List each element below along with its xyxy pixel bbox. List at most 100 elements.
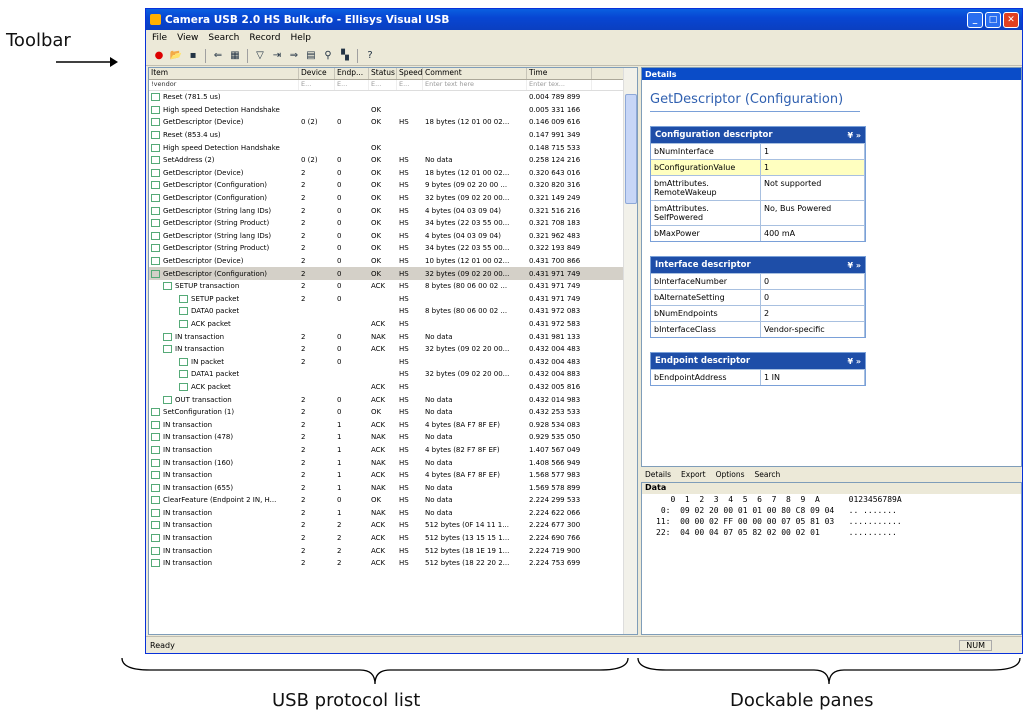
field-name: bConfigurationValue (651, 160, 761, 175)
scroll-thumb[interactable] (625, 94, 637, 204)
table-row[interactable]: High speed Detection Handshake OK 0.005 33… (149, 104, 637, 117)
table-row[interactable]: IN transaction 2 1 ACK HS 4 bytes (8A F7 8F E… (149, 418, 637, 431)
section-header[interactable]: Configuration descriptor ¥ » (651, 127, 865, 143)
field-row[interactable]: bNumInterface 1 (651, 143, 865, 159)
table-row[interactable]: GetDescriptor (Device) 2 0 OK HS 18 bytes (12… (149, 167, 637, 180)
maximize-button[interactable]: □ (985, 11, 1001, 28)
field-row[interactable]: bMaxPower 400 mA (651, 225, 865, 241)
field-row[interactable]: bNumEndpoints 2 (651, 305, 865, 321)
table-row[interactable]: SETUP transaction 2 0 ACK HS 8 bytes (80 06 0… (149, 280, 637, 293)
table-row[interactable]: GetDescriptor (Configuration) 2 0 OK HS 32 by… (149, 192, 637, 205)
column-header[interactable]: Speed (397, 68, 423, 79)
table-row[interactable]: IN transaction 2 1 ACK HS 4 bytes (82 F7 8F E… (149, 444, 637, 457)
table-row[interactable]: SetAddress (2) 0 (2) 0 OK HS No data 0.258 124… (149, 154, 637, 167)
field-row[interactable]: bInterfaceNumber 0 (651, 273, 865, 289)
table-row[interactable]: GetDescriptor (Configuration) 2 0 OK HS 32 by… (149, 267, 637, 280)
table-row[interactable]: GetDescriptor (String lang IDs) 2 0 OK HS 4 b… (149, 230, 637, 243)
table-row[interactable]: IN transaction (655) 2 1 NAK HS No data 1.569 … (149, 481, 637, 494)
back-icon[interactable]: ⇐ (211, 49, 225, 63)
field-row[interactable]: bAlternateSetting 0 (651, 289, 865, 305)
filter-icon[interactable]: ▽ (253, 49, 267, 63)
table-row[interactable]: IN transaction 2 2 ACK HS 512 bytes (13 15 15… (149, 532, 637, 545)
filter-cell[interactable]: E... (369, 80, 397, 90)
field-row[interactable]: bConfigurationValue 1 (651, 159, 865, 175)
table-row[interactable]: High speed Detection Handshake OK 0.148 71… (149, 141, 637, 154)
item-label: GetDescriptor (Configuration) (163, 269, 267, 278)
save-icon[interactable]: ▪ (186, 49, 200, 63)
tab-export[interactable]: Export (681, 470, 706, 479)
table-row[interactable]: ACK packet ACK HS 0.432 005 816 (149, 381, 637, 394)
column-header[interactable]: Comment (423, 68, 527, 79)
help-icon[interactable]: ? (363, 49, 377, 63)
table-row[interactable]: OUT transaction 2 0 ACK HS No data 0.432 014 9… (149, 393, 637, 406)
menu-file[interactable]: File (152, 33, 167, 43)
table-row[interactable]: Reset (853.4 us) 0.147 991 349 (149, 129, 637, 142)
table-row[interactable]: GetDescriptor (Configuration) 2 0 OK HS 9 byt… (149, 179, 637, 192)
next-icon[interactable]: ⇒ (287, 49, 301, 63)
table-row[interactable]: ClearFeature (Endpoint 2 IN, H... 2 0 OK HS N… (149, 494, 637, 507)
column-header[interactable]: Item (149, 68, 299, 79)
goto-icon[interactable]: ⇥ (270, 49, 284, 63)
minimize-button[interactable]: _ (967, 11, 983, 28)
table-cell: No data (425, 332, 453, 341)
table-row[interactable]: GetDescriptor (String Product) 2 0 OK HS 34 b… (149, 242, 637, 255)
expand-icon[interactable]: ▤ (304, 49, 318, 63)
transaction-icon (163, 345, 172, 354)
table-row[interactable]: ACK packet ACK HS 0.431 972 583 (149, 318, 637, 331)
table-row[interactable]: IN transaction (478) 2 1 NAK HS No data 0.929 … (149, 431, 637, 444)
field-row[interactable]: bInterfaceClass Vendor-specific (651, 321, 865, 337)
record-icon[interactable]: ● (152, 49, 166, 63)
section-header[interactable]: Interface descriptor ¥ » (651, 257, 865, 273)
collapse-icon[interactable]: ¥ » (847, 261, 865, 270)
menu-help[interactable]: Help (290, 33, 311, 43)
filter-cell[interactable]: Enter text here (423, 80, 527, 90)
color-icon[interactable]: ▚ (338, 49, 352, 63)
menu-record[interactable]: Record (249, 33, 280, 43)
filter-cell[interactable]: Enter tex... (527, 80, 592, 90)
column-header[interactable]: Device (299, 68, 335, 79)
column-header[interactable]: Status (369, 68, 397, 79)
table-row[interactable]: IN transaction 2 1 ACK HS 4 bytes (8A F7 8F E… (149, 469, 637, 482)
table-row[interactable]: IN transaction 2 2 ACK HS 512 bytes (18 1E 19… (149, 544, 637, 557)
column-header[interactable]: Time (527, 68, 592, 79)
table-row[interactable]: SETUP packet 2 0 HS 0.431 971 749 (149, 293, 637, 306)
table-row[interactable]: SetConfiguration (1) 2 0 OK HS No data 0.432 2… (149, 406, 637, 419)
view-icon[interactable]: ▦ (228, 49, 242, 63)
tab-options[interactable]: Options (716, 470, 745, 479)
table-row[interactable]: IN transaction 2 0 NAK HS No data 0.431 981 13… (149, 330, 637, 343)
close-button[interactable]: ✕ (1003, 11, 1019, 28)
menu-view[interactable]: View (177, 33, 198, 43)
table-row[interactable]: IN transaction 2 1 NAK HS No data 2.224 622 06… (149, 507, 637, 520)
collapse-icon[interactable]: ¥ » (847, 357, 865, 366)
filter-cell[interactable]: !vendor (149, 80, 299, 90)
open-icon[interactable]: 📂 (169, 49, 183, 63)
table-row[interactable]: GetDescriptor (Device) 2 0 OK HS 10 bytes (12… (149, 255, 637, 268)
section-header[interactable]: Endpoint descriptor ¥ » (651, 353, 865, 369)
filter-cell[interactable]: E... (335, 80, 369, 90)
table-row[interactable]: GetDescriptor (String lang IDs) 2 0 OK HS 4 b… (149, 204, 637, 217)
tab-search[interactable]: Search (755, 470, 781, 479)
table-row[interactable]: DATA1 packet HS 32 bytes (09 02 20 00... 0.… (149, 368, 637, 381)
collapse-icon[interactable]: ¥ » (847, 131, 865, 140)
table-row[interactable]: IN packet 2 0 HS 0.432 004 483 (149, 355, 637, 368)
field-row[interactable]: bEndpointAddress 1 IN (651, 369, 865, 385)
table-row[interactable]: GetDescriptor (Device) 0 (2) 0 OK HS 18 bytes… (149, 116, 637, 129)
table-cell: NAK (371, 508, 386, 517)
field-row[interactable]: bmAttributes. SelfPowered No, Bus Powered (651, 200, 865, 225)
field-value: 2 (761, 306, 865, 321)
column-header[interactable]: Endp... (335, 68, 369, 79)
table-row[interactable]: IN transaction 2 2 ACK HS 512 bytes (0F 14 11… (149, 519, 637, 532)
table-row[interactable]: DATA0 packet HS 8 bytes (80 06 00 02 ... 0.… (149, 305, 637, 318)
table-row[interactable]: IN transaction (160) 2 1 NAK HS No data 1.408 … (149, 456, 637, 469)
table-row[interactable]: GetDescriptor (String Product) 2 0 OK HS 34 b… (149, 217, 637, 230)
table-row[interactable]: IN transaction 2 2 ACK HS 512 bytes (18 22 20… (149, 557, 637, 570)
tab-details[interactable]: Details (645, 470, 671, 479)
table-row[interactable]: Reset (781.5 us) 0.004 789 899 (149, 91, 637, 104)
list-scrollbar[interactable] (623, 68, 637, 634)
filter-cell[interactable]: E... (397, 80, 423, 90)
field-row[interactable]: bmAttributes. RemoteWakeup Not supported (651, 175, 865, 200)
table-row[interactable]: IN transaction 2 0 ACK HS 32 bytes (09 02 20 … (149, 343, 637, 356)
filter-cell[interactable]: E... (299, 80, 335, 90)
menu-search[interactable]: Search (208, 33, 239, 43)
find-icon[interactable]: ⚲ (321, 49, 335, 63)
